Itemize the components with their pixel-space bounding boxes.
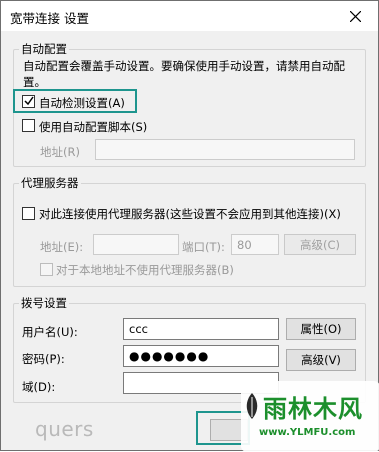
check-icon — [24, 96, 34, 106]
bypass-local-checkbox[interactable] — [40, 263, 53, 276]
properties-button[interactable]: 属性(O) — [286, 318, 356, 340]
domain-label: 域(D): — [22, 380, 56, 394]
leaf-icon — [246, 393, 258, 419]
script-address-input[interactable] — [95, 139, 355, 160]
window-title: 宽带连接 设置 — [10, 11, 89, 26]
username-label: 用户名(U): — [22, 325, 78, 339]
proxy-address-label: 地址(E): — [40, 240, 84, 254]
close-icon — [349, 10, 361, 22]
use-proxy-checkbox[interactable] — [22, 207, 35, 220]
auto-config-description: 自动配置会覆盖手动设置。要确保使用手动设置，请禁用自动配置。 — [23, 59, 345, 89]
password-label: 密码(P): — [22, 352, 65, 366]
use-script-checkbox[interactable] — [22, 119, 35, 132]
watermark-site-name: 雨林木风 — [263, 395, 363, 423]
auto-detect-label[interactable]: 自动检测设置(A) — [39, 95, 125, 111]
watermark-site-url: www.YLMFU.com — [259, 427, 356, 438]
proxy-advanced-button[interactable]: 高级(C) — [284, 234, 356, 255]
auto-config-legend: 自动配置 — [21, 42, 67, 56]
title-bar: 宽带连接 设置 — [1, 1, 378, 31]
proxy-port-label: 端口(T): — [182, 240, 225, 254]
proxy-address-input[interactable] — [93, 234, 179, 255]
dialup-advanced-button[interactable]: 高级(V) — [286, 349, 356, 371]
script-address-label: 地址(R) — [40, 145, 80, 159]
username-input[interactable]: ccc — [123, 318, 279, 340]
proxy-port-input[interactable]: 80 — [231, 234, 279, 255]
password-input[interactable]: ●●●●●●● — [123, 345, 279, 367]
close-button[interactable] — [332, 1, 378, 31]
use-proxy-label[interactable]: 对此连接使用代理服务器(这些设置不会应用到其他连接)(X) — [39, 206, 341, 222]
settings-dialog: 宽带连接 设置 自动配置 自动配置会覆盖手动设置。要确保使用手动设置，请禁用自动… — [0, 0, 379, 452]
auto-detect-checkbox[interactable] — [22, 95, 35, 108]
dialup-legend: 拨号设置 — [21, 296, 67, 310]
site-watermark: 雨林木风 www.YLMFU.com — [241, 381, 379, 452]
use-script-label[interactable]: 使用自动配置脚本(S) — [39, 119, 147, 135]
watermark-left-text: quers — [35, 417, 94, 441]
bypass-local-label[interactable]: 对于本地地址不使用代理服务器(B) — [56, 262, 234, 278]
proxy-legend: 代理服务器 — [21, 176, 79, 190]
